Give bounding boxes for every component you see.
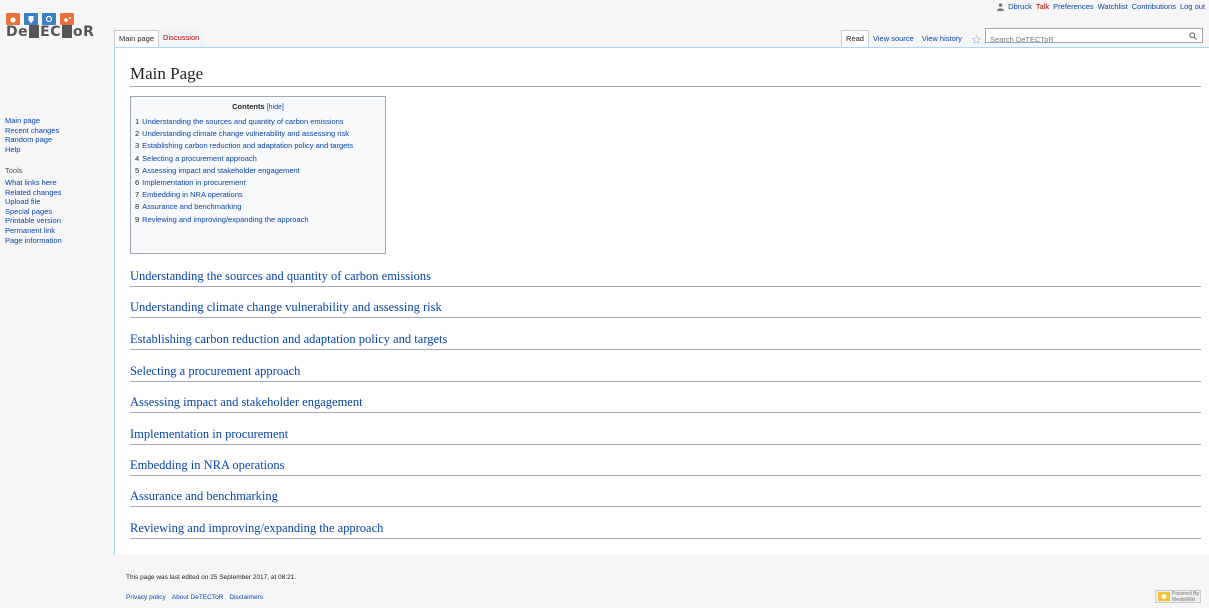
toc-number: 3 [135,141,140,151]
sidebar-item-main-page[interactable]: Main page [5,116,105,126]
toc-link[interactable]: Reviewing and improving/expanding the ap… [142,215,308,224]
section-heading[interactable]: Implementation in procurement [130,427,1201,445]
sidebar-item-what-links-here[interactable]: What links here [5,178,105,188]
section-heading[interactable]: Understanding climate change vulnerabili… [130,300,1201,318]
namespace-tabs: Main page Discussion [114,30,204,48]
tab-view-source[interactable]: View source [869,31,918,47]
page-title: Main Page [130,64,1201,87]
section-heading[interactable]: Embedding in NRA operations [130,458,1201,476]
contributions-link[interactable]: Contributions [1132,2,1176,11]
sidebar-item-recent-changes[interactable]: Recent changes [5,126,105,136]
section-heading[interactable]: Assessing impact and stakeholder engagem… [130,395,1201,413]
toc-number: 1 [135,117,140,126]
toc-number: 2 [135,129,140,139]
table-of-contents: Contents [hide] 1 Understanding the sourc… [130,96,386,254]
logo-text-left: De [6,24,29,40]
powered-by-mediawiki-badge[interactable]: Powered By MediaWiki [1155,590,1201,603]
toc-number: 5 [135,165,140,175]
toc-number: 7 [135,190,140,200]
username-link[interactable]: Dbruck [1008,2,1032,11]
toc-item[interactable]: 2 Understanding climate change vulnerabil… [135,128,385,140]
toc-title: Contents [232,102,265,111]
logo-text-right: oR [72,24,95,40]
logo-bar-2 [61,25,72,38]
footer-last-modified: This page was last edited on 25 Septembe… [126,574,297,581]
view-tabs: Read View source View history [841,30,981,48]
toc-link[interactable]: Establishing carbon reduction and adapta… [142,141,353,150]
user-icon [997,2,1005,11]
toc-link[interactable]: Assurance and benchmarking [142,202,241,211]
watch-star-icon[interactable] [972,34,981,44]
toc-item[interactable]: 4 Selecting a procurement approach [135,153,385,165]
toc-item[interactable]: 1 Understanding the sources and quantity … [135,116,385,128]
sidebar-nav: Main page Recent changes Random page Hel… [5,116,105,154]
search-input[interactable] [986,32,1184,47]
logo-wordmark: De EC oR [6,24,94,40]
toc-title-row: Contents [hide] [131,102,385,111]
talk-link[interactable]: Talk [1036,2,1049,11]
site-logo[interactable]: De EC oR [6,13,106,45]
tab-view-history[interactable]: View history [918,31,966,47]
powered-by-text: Powered By MediaWiki [1172,591,1199,603]
toc-link[interactable]: Understanding climate change vulnerabili… [142,129,349,138]
sidebar-item-random-page[interactable]: Random page [5,135,105,145]
toc-link[interactable]: Embedding in NRA operations [142,190,242,199]
sidebar: Main page Recent changes Random page Hel… [5,116,105,245]
section-heading[interactable]: Establishing carbon reduction and adapta… [130,332,1201,350]
toc-item[interactable]: 3 Establishing carbon reduction and adapt… [135,140,385,152]
sidebar-item-upload-file[interactable]: Upload file [5,197,105,207]
section-heading[interactable]: Understanding the sources and quantity o… [130,269,1201,287]
footer-links: Privacy policy About DeTECToR Disclaimer… [126,594,263,601]
sidebar-item-help[interactable]: Help [5,145,105,155]
toc-link[interactable]: Understanding the sources and quantity o… [142,117,343,126]
section-heading[interactable]: Selecting a procurement approach [130,364,1201,382]
watchlist-link[interactable]: Watchlist [1098,2,1128,11]
logout-link[interactable]: Log out [1180,2,1205,11]
tab-read[interactable]: Read [841,30,869,48]
preferences-link[interactable]: Preferences [1053,2,1093,11]
footer-about-link[interactable]: About DeTECToR [172,594,224,601]
toc-item[interactable]: 8 Assurance and benchmarking [135,201,385,213]
logo-text-mid: EC [40,24,61,40]
toc-link[interactable]: Selecting a procurement approach [142,154,257,163]
sidebar-tools: What links here Related changes Upload f… [5,178,105,245]
footer-privacy-link[interactable]: Privacy policy [126,594,166,601]
toc-item[interactable]: 6 Implementation in procurement [135,177,385,189]
sidebar-item-permanent-link[interactable]: Permanent link [5,226,105,236]
tab-discussion[interactable]: Discussion [159,30,204,48]
toc-number: 8 [135,202,140,212]
toc-link[interactable]: Implementation in procurement [142,178,245,187]
sidebar-tools-heading: Tools [5,166,23,176]
content-area: Main Page Contents [hide] 1 Understanding… [114,47,1209,555]
toc-number: 4 [135,153,140,163]
toc-toggle-link[interactable]: [hide] [267,104,284,111]
toc-number: 9 [135,214,140,224]
footer-disclaimers-link[interactable]: Disclaimers [229,594,263,601]
search-box [985,28,1203,47]
sidebar-item-printable-version[interactable]: Printable version [5,216,105,226]
toc-list: 1 Understanding the sources and quantity … [131,116,385,226]
mediawiki-logo-icon [1158,592,1170,601]
search-icon[interactable] [1189,32,1197,40]
sidebar-item-related-changes[interactable]: Related changes [5,188,105,198]
toc-item[interactable]: 9 Reviewing and improving/expanding the a… [135,214,385,226]
sidebar-item-page-information[interactable]: Page information [5,236,105,246]
section-heading[interactable]: Reviewing and improving/expanding the ap… [130,521,1201,539]
toc-item[interactable]: 5 Assessing impact and stakeholder engage… [135,165,385,177]
personal-toolbar: Dbruck Talk Preferences Watchlist Contri… [997,2,1205,11]
toc-link[interactable]: Assessing impact and stakeholder engagem… [142,166,300,175]
tab-main-page[interactable]: Main page [114,30,160,48]
toc-item[interactable]: 7 Embedding in NRA operations [135,189,385,201]
logo-bar-1 [29,25,40,38]
section-heading[interactable]: Assurance and benchmarking [130,489,1201,507]
toc-number: 6 [135,178,140,188]
sidebar-item-special-pages[interactable]: Special pages [5,207,105,217]
